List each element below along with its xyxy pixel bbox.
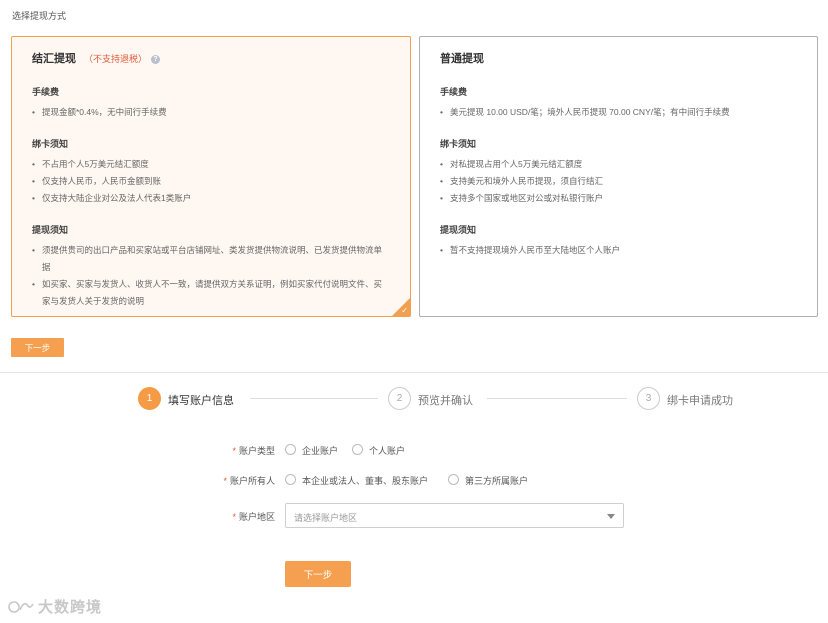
list-item: 须提供贵司的出口产品和买家站或平台店铺网址、类发货提供物流说明、已发货提供物流单… bbox=[32, 242, 390, 276]
progress-steps: 1 填写账户信息 2 预览并确认 3 绑卡申请成功 bbox=[0, 387, 828, 411]
account-type-row: * 账户类型 企业账户 个人账户 bbox=[0, 441, 828, 461]
account-region-label: * 账户地区 bbox=[232, 512, 275, 522]
next-button[interactable]: 下一步 bbox=[285, 561, 351, 587]
withdraw-option-settlement[interactable]: 结汇提现（不支持退税）? 手续费 提现金额*0.4%，无中间行手续费 绑卡须知 … bbox=[11, 36, 411, 317]
list-item: 如买家、买家与发货人、收货人不一致，请提供双方关系证明，例如买家代付说明文件、买… bbox=[32, 276, 390, 310]
card-title: 结汇提现 （不支持退税）? bbox=[32, 51, 390, 67]
group-title-withdraw: 提现须知 bbox=[32, 225, 69, 235]
step-1-label: 填写账户信息 bbox=[168, 395, 234, 407]
account-owner-third-party-label[interactable]: 第三方所属账户 bbox=[465, 474, 528, 487]
list-item: 仅支持人民币，人民币金额到账 bbox=[32, 173, 390, 190]
card-note: （不支持退税） bbox=[84, 54, 148, 64]
step-connector bbox=[250, 398, 378, 399]
account-region-placeholder: 请选择账户地区 bbox=[294, 513, 358, 523]
divider bbox=[0, 372, 828, 373]
caret-down-icon bbox=[607, 514, 615, 519]
check-icon: ✓ bbox=[401, 306, 408, 315]
step-2-label: 预览并确认 bbox=[418, 395, 473, 407]
withdraw-list: 须提供贵司的出口产品和买家站或平台店铺网址、类发货提供物流说明、已发货提供物流单… bbox=[32, 242, 390, 310]
watermark: 大数跨境 bbox=[8, 596, 102, 617]
list-item: 仅支持大陆企业对公及法人代表1类账户 bbox=[32, 190, 390, 207]
account-region-select[interactable]: 请选择账户地区 bbox=[285, 503, 624, 528]
account-type-label: * 账户类型 bbox=[232, 446, 275, 456]
list-item: 对私提现占用个人5万美元结汇额度 bbox=[440, 156, 797, 173]
account-type-enterprise-label[interactable]: 企业账户 bbox=[302, 444, 338, 457]
step-3-circle: 3 bbox=[637, 387, 660, 410]
account-type-personal-radio[interactable] bbox=[352, 444, 363, 455]
question-icon[interactable]: ? bbox=[151, 55, 161, 64]
step-connector bbox=[487, 398, 627, 399]
watermark-logo-icon bbox=[8, 601, 34, 613]
step-1-circle: 1 bbox=[138, 387, 161, 410]
account-owner-self-radio[interactable] bbox=[285, 474, 296, 485]
bind-list: 不占用个人5万美元结汇额度 仅支持人民币，人民币金额到账 仅支持大陆企业对公及法… bbox=[32, 156, 390, 207]
group-title-fee: 手续费 bbox=[440, 87, 468, 97]
account-owner-row: * 账户所有人 本企业或法人、董事、股东账户 第三方所属账户 bbox=[0, 471, 828, 491]
withdraw-option-normal[interactable]: 普通提现 手续费 美元提现 10.00 USD/笔；境外人民币提现 70.00 … bbox=[419, 36, 818, 317]
section-title: 选择提现方式 bbox=[12, 11, 67, 21]
step-3-label: 绑卡申请成功 bbox=[667, 395, 733, 407]
step-2-circle: 2 bbox=[388, 387, 411, 410]
account-owner-third-party-radio[interactable] bbox=[448, 474, 459, 485]
account-owner-self-label[interactable]: 本企业或法人、董事、股东账户 bbox=[302, 474, 428, 487]
group-title-withdraw: 提现须知 bbox=[440, 225, 477, 235]
list-item: 支持美元和境外人民币提现，须自行结汇 bbox=[440, 173, 797, 190]
list-item: 美元提现 10.00 USD/笔；境外人民币提现 70.00 CNY/笔；有中间… bbox=[440, 104, 797, 121]
list-item: 暂不支持提现境外人民币至大陆地区个人账户 bbox=[440, 242, 797, 259]
account-type-personal-label[interactable]: 个人账户 bbox=[369, 444, 405, 457]
account-owner-label: * 账户所有人 bbox=[223, 476, 275, 486]
fee-list: 美元提现 10.00 USD/笔；境外人民币提现 70.00 CNY/笔；有中间… bbox=[440, 104, 797, 121]
list-item: 提现金额*0.4%，无中间行手续费 bbox=[32, 104, 390, 121]
list-item: 支持多个国家或地区对公或对私银行账户 bbox=[440, 190, 797, 207]
withdraw-list: 暂不支持提现境外人民币至大陆地区个人账户 bbox=[440, 242, 797, 259]
card-title: 普通提现 bbox=[440, 53, 484, 65]
group-title-bind: 绑卡须知 bbox=[32, 139, 69, 149]
next-button-small[interactable]: 下一步 bbox=[11, 338, 64, 357]
bind-list: 对私提现占用个人5万美元结汇额度 支持美元和境外人民币提现，须自行结汇 支持多个… bbox=[440, 156, 797, 207]
account-type-enterprise-radio[interactable] bbox=[285, 444, 296, 455]
group-title-fee: 手续费 bbox=[32, 87, 60, 97]
group-title-bind: 绑卡须知 bbox=[440, 139, 477, 149]
list-item: 不占用个人5万美元结汇额度 bbox=[32, 156, 390, 173]
fee-list: 提现金额*0.4%，无中间行手续费 bbox=[32, 104, 390, 121]
